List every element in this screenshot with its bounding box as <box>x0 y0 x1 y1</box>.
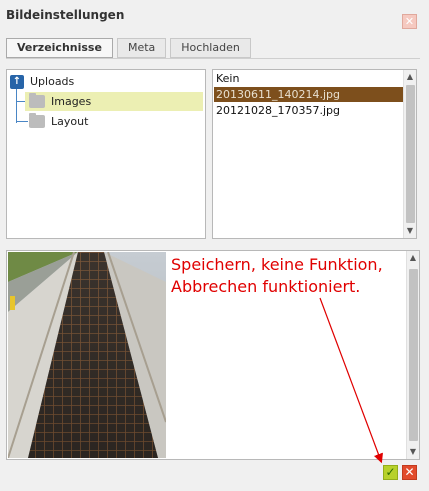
tree-item-label: Uploads <box>30 75 75 88</box>
close-icon: ✕ <box>404 15 415 28</box>
scroll-down-icon[interactable]: ▼ <box>404 225 416 237</box>
tree-connector <box>16 89 17 123</box>
scroll-down-icon[interactable]: ▼ <box>407 446 419 458</box>
tab-divider <box>6 58 420 59</box>
annotation-line: Abbrechen funktioniert. <box>171 277 361 296</box>
tree-item-uploads[interactable]: ↑ Uploads <box>10 72 205 91</box>
file-item-selected[interactable]: 20130611_140214.jpg <box>214 87 404 102</box>
scroll-up-icon[interactable]: ▲ <box>404 71 416 83</box>
save-button[interactable]: ✓ <box>383 465 398 480</box>
close-icon: ✕ <box>404 465 415 479</box>
file-list-scrollbar[interactable]: ▲ ▼ <box>403 70 416 238</box>
close-button[interactable]: ✕ <box>402 14 417 29</box>
dialog-button-bar <box>0 462 429 491</box>
file-item-none[interactable]: Kein <box>214 71 404 86</box>
upload-arrow-icon: ↑ <box>10 74 24 89</box>
file-list: Kein 20130611_140214.jpg 20121028_170357… <box>212 69 417 239</box>
tab-meta[interactable]: Meta <box>116 38 167 58</box>
tree-item-label: Images <box>51 95 92 108</box>
dialog-title: Bildeinstellungen <box>6 8 125 22</box>
image-preview <box>8 252 166 458</box>
tree-item-label: Layout <box>51 115 89 128</box>
scroll-thumb[interactable] <box>406 85 415 223</box>
annotation-line: Speichern, keine Funktion, <box>171 255 383 274</box>
tab-bar: Verzeichnisse Meta Hochladen <box>6 38 251 58</box>
folder-icon <box>29 93 45 108</box>
folder-icon <box>29 113 45 128</box>
tab-verzeichnisse[interactable]: Verzeichnisse <box>6 38 113 58</box>
tree-item-layout[interactable]: Layout <box>25 112 203 131</box>
tree-item-images[interactable]: Images <box>25 92 203 111</box>
checkmark-icon: ✓ <box>385 465 396 479</box>
file-item[interactable]: 20121028_170357.jpg <box>214 103 404 118</box>
tab-hochladen[interactable]: Hochladen <box>170 38 251 58</box>
folder-tree: ↑ Uploads Images Layout <box>6 69 206 239</box>
cancel-button[interactable]: ✕ <box>402 465 417 480</box>
annotation-text: Speichern, keine Funktion, Abbrechen fun… <box>171 254 421 298</box>
